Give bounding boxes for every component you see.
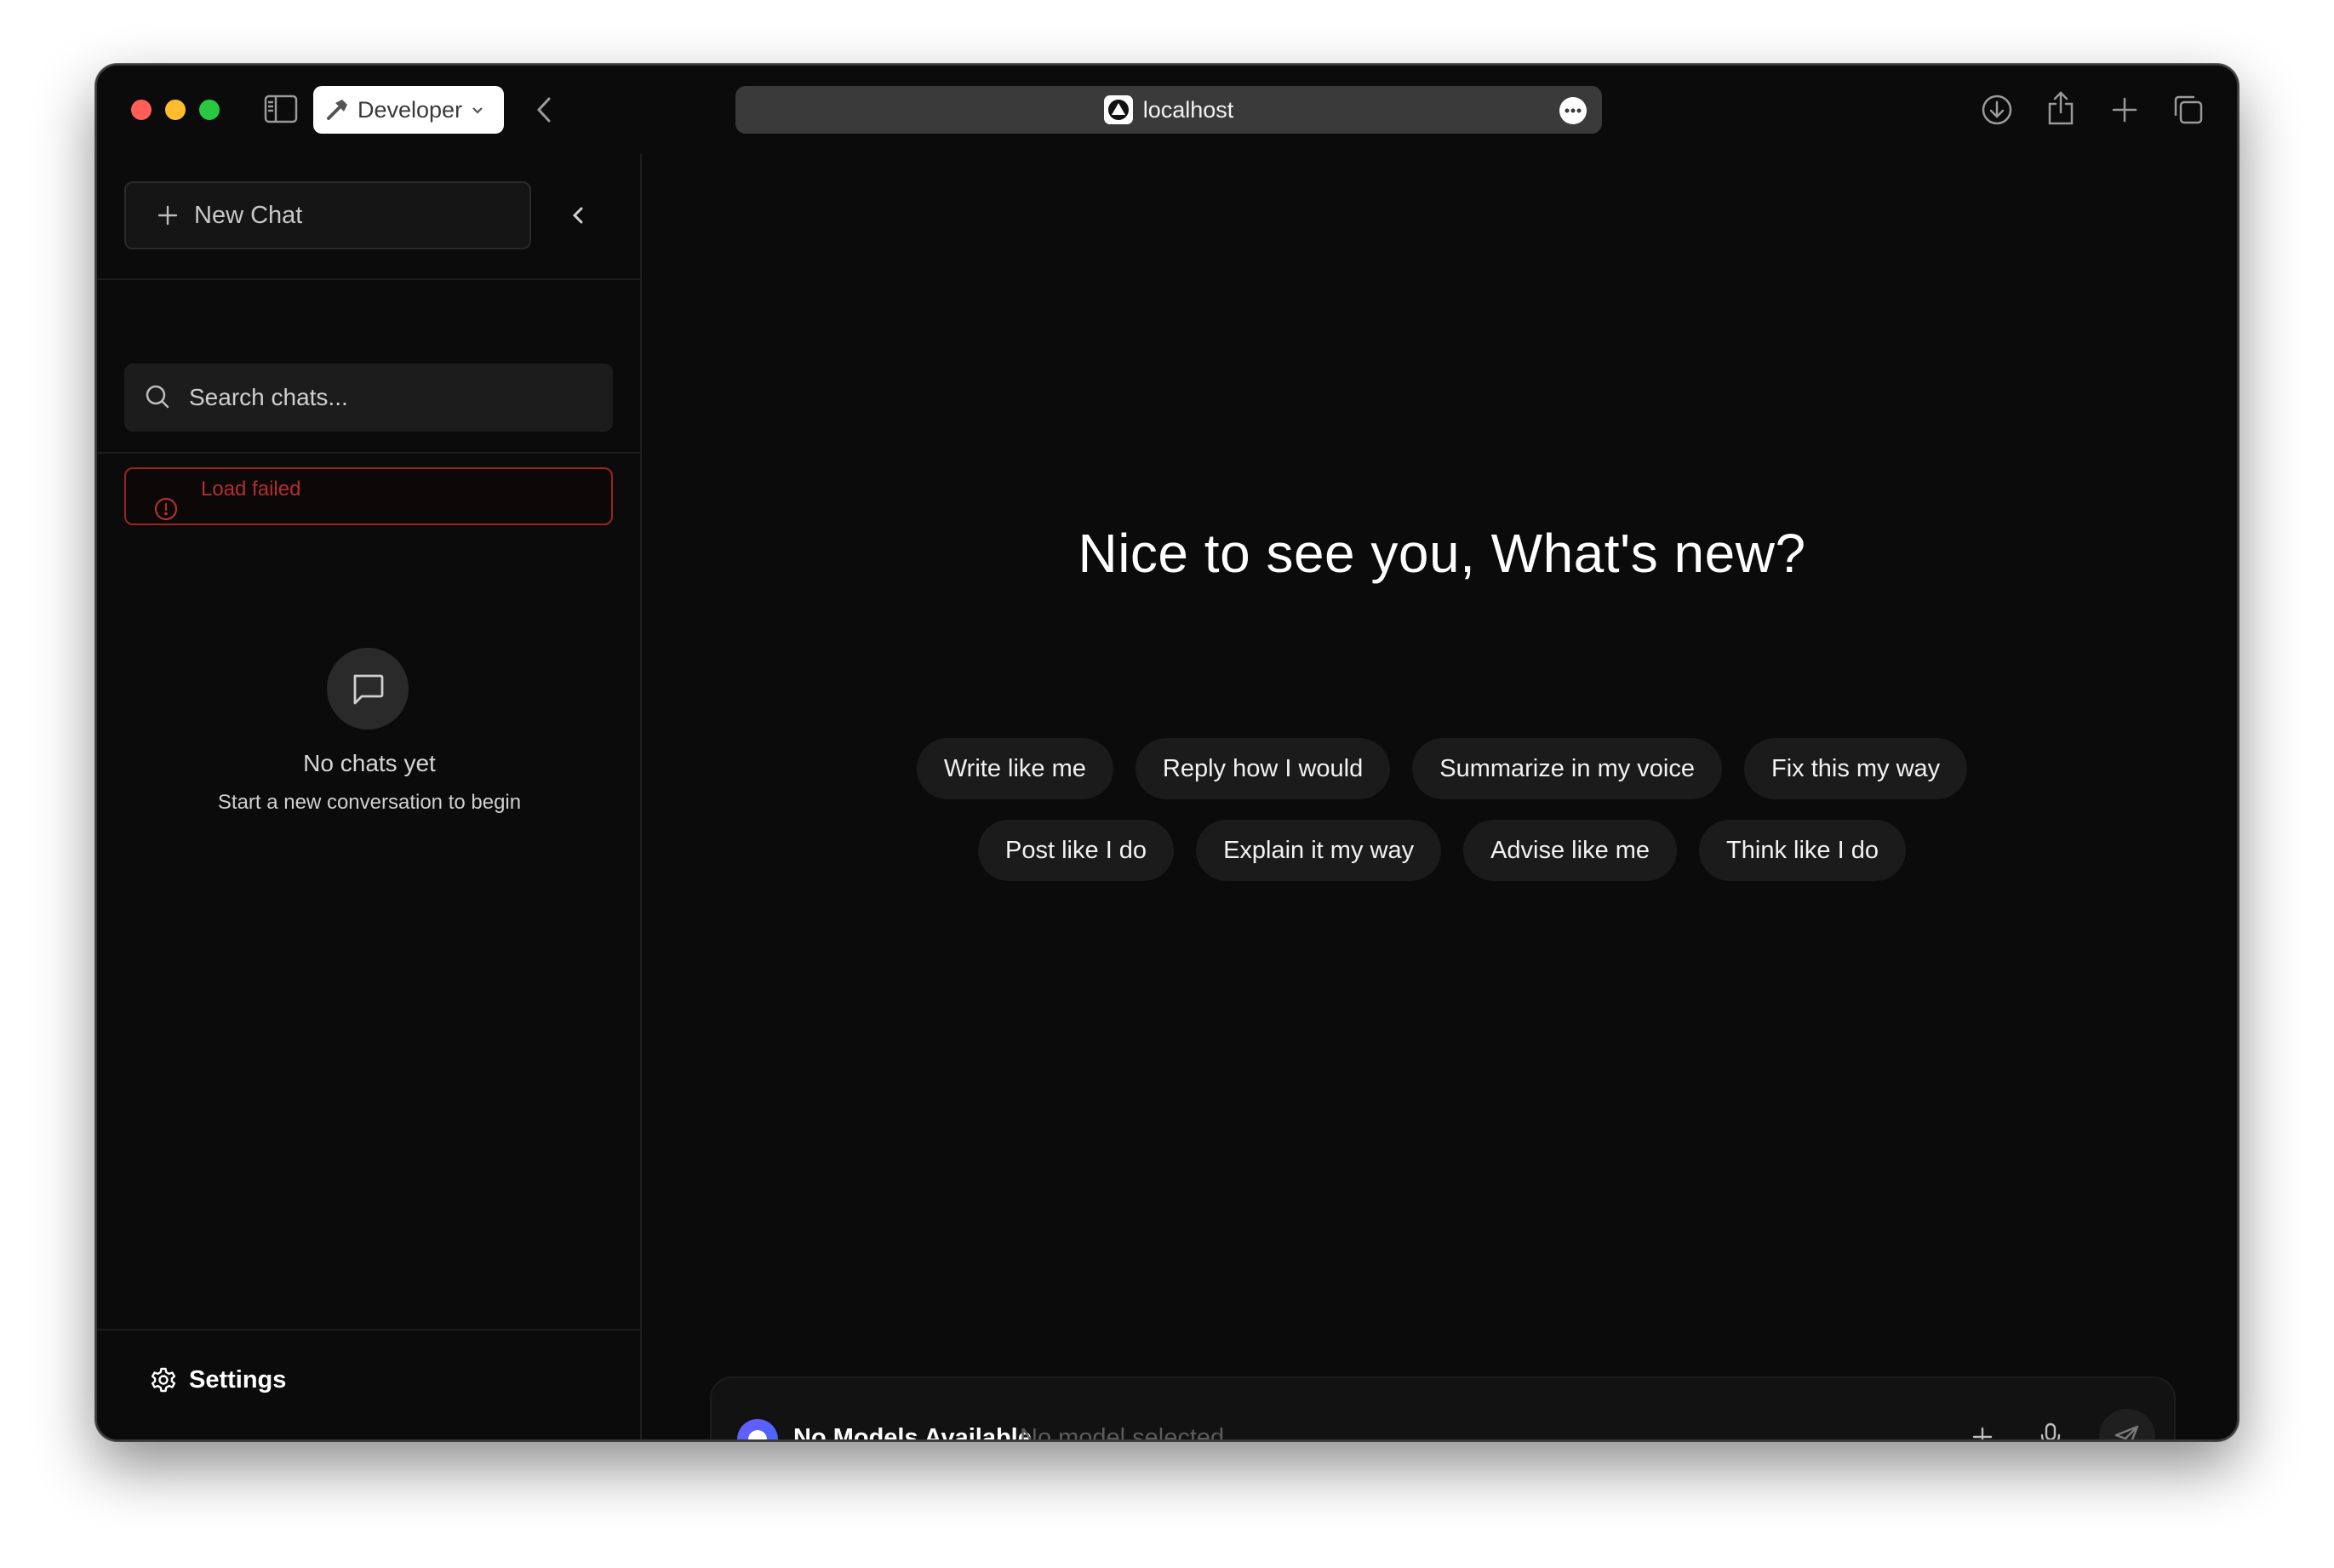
- welcome-headline: Nice to see you, What's new?: [1078, 523, 1806, 584]
- suggestion-chip[interactable]: Summarize in my voice: [1412, 738, 1722, 799]
- chevron-left-icon: [572, 207, 583, 224]
- suggestion-chip[interactable]: Write like me: [916, 738, 1113, 799]
- send-button[interactable]: [2099, 1409, 2155, 1439]
- collapse-sidebar-button[interactable]: [561, 198, 595, 232]
- new-chat-button[interactable]: New Chat: [124, 181, 531, 249]
- sidebar-divider: [97, 1329, 642, 1331]
- message-square-icon: [327, 648, 409, 730]
- suggestion-row-1: Write like me Reply how I would Summariz…: [644, 738, 2237, 799]
- hammer-icon: [325, 97, 351, 123]
- chevron-down-icon: [471, 103, 484, 117]
- model-avatar-icon[interactable]: [737, 1419, 778, 1439]
- send-icon: [2114, 1425, 2139, 1439]
- load-error-banner: Load failed: [124, 467, 613, 525]
- model-status: No model selected: [1020, 1424, 1225, 1441]
- suggestion-chip[interactable]: Advise like me: [1463, 820, 1678, 881]
- plus-icon: [157, 204, 179, 226]
- more-options-icon[interactable]: [1559, 97, 1587, 124]
- error-message: Load failed: [201, 478, 301, 501]
- profile-label: Developer: [358, 96, 463, 123]
- new-chat-label: New Chat: [194, 201, 303, 229]
- search-chats-input[interactable]: [187, 383, 596, 412]
- gear-icon: [150, 1366, 177, 1393]
- address-text: localhost: [1142, 96, 1234, 123]
- browser-window: Developer localhost New Chat Search chat…: [95, 64, 2239, 1441]
- attach-button[interactable]: [1965, 1419, 2000, 1439]
- share-icon[interactable]: [2042, 88, 2079, 129]
- download-icon[interactable]: [1978, 91, 2016, 129]
- sidebar-divider: [97, 278, 642, 280]
- model-selector[interactable]: No Models Available: [793, 1424, 1032, 1439]
- suggestion-chip[interactable]: Reply how I would: [1135, 738, 1391, 799]
- suggestion-chip[interactable]: Explain it my way: [1196, 820, 1442, 881]
- close-window-button[interactable]: [131, 100, 152, 120]
- empty-state-title: No chats yet: [303, 750, 436, 776]
- suggestion-row-2: Post like I do Explain it my way Advise …: [644, 820, 2237, 881]
- chat-sidebar: New Chat Search chats... Load failed No …: [97, 154, 642, 1439]
- search-icon: [145, 384, 172, 411]
- microphone-button[interactable]: [2033, 1417, 2068, 1439]
- zoom-window-button[interactable]: [199, 100, 220, 120]
- profile-selector[interactable]: Developer: [313, 86, 504, 134]
- plus-icon[interactable]: [2106, 91, 2143, 129]
- sidebar-toggle-icon[interactable]: [263, 94, 299, 124]
- suggestion-chip[interactable]: Post like I do: [978, 820, 1175, 881]
- microphone-icon: [2040, 1422, 2061, 1439]
- chevron-left-icon[interactable]: [527, 93, 561, 127]
- plus-icon: [1972, 1427, 1993, 1439]
- settings-button[interactable]: Settings: [150, 1361, 286, 1399]
- suggestion-chip[interactable]: Think like I do: [1699, 820, 1906, 881]
- browser-toolbar: Developer localhost: [97, 66, 2237, 154]
- minimize-window-button[interactable]: [165, 100, 186, 120]
- message-composer[interactable]: No Models Available No model selected: [710, 1376, 2176, 1441]
- settings-label: Settings: [189, 1365, 287, 1393]
- address-bar[interactable]: localhost: [735, 86, 1602, 134]
- alert-circle-icon: [153, 496, 179, 522]
- search-chats-box[interactable]: [124, 363, 613, 432]
- sidebar-divider: [97, 452, 642, 454]
- suggestion-chip[interactable]: Fix this my way: [1743, 738, 1968, 799]
- site-favicon-icon: [1103, 95, 1133, 124]
- tab-overview-icon[interactable]: [2170, 91, 2207, 129]
- empty-state-subtitle: Start a new conversation to begin: [217, 791, 522, 814]
- chat-main-area: Nice to see you, What's new? Write like …: [644, 154, 2237, 1441]
